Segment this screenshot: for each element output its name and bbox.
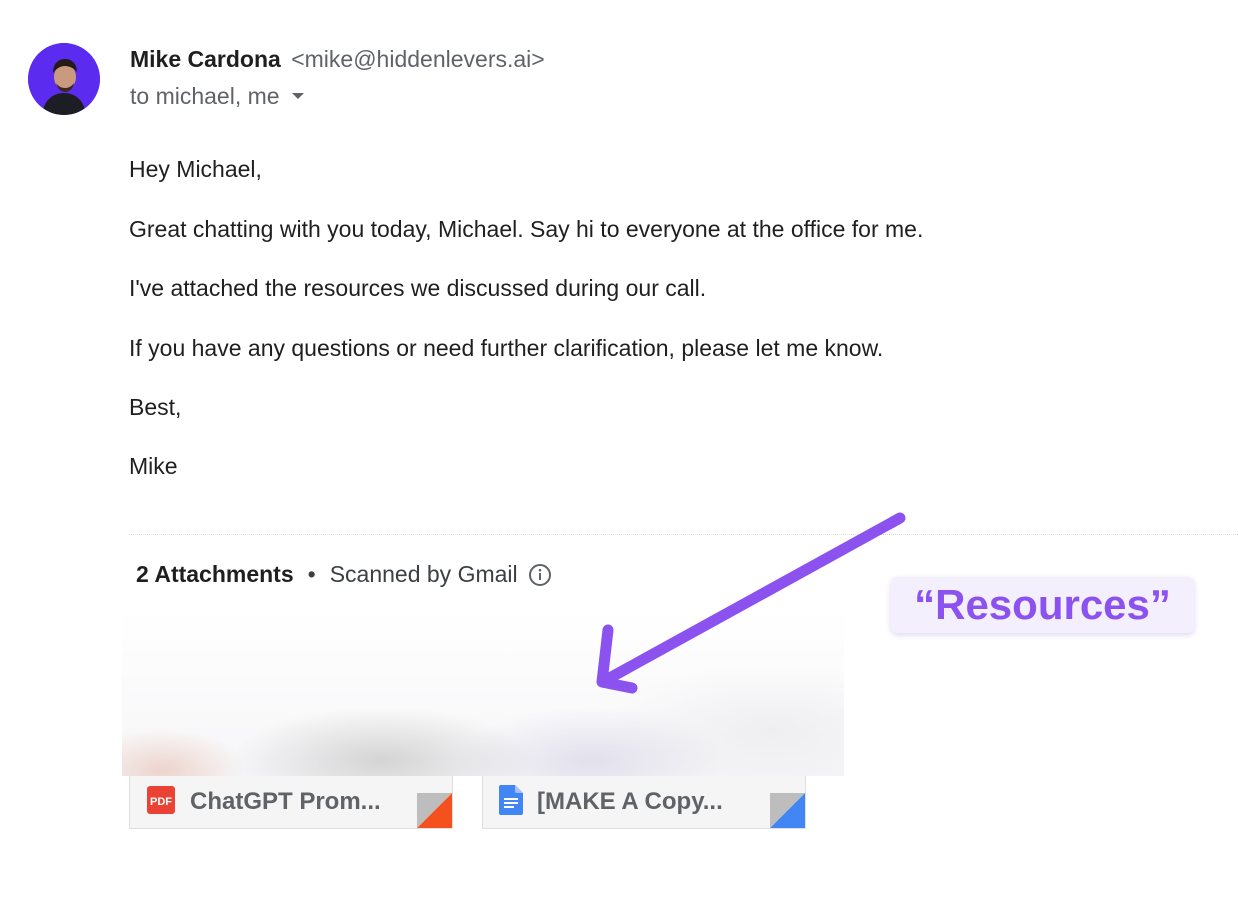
person-photo-icon <box>28 43 100 115</box>
annotation-callout: “Resources” <box>891 577 1194 633</box>
message-line: If you have any questions or need furthe… <box>129 335 884 361</box>
annotation-arrow-icon <box>596 512 906 694</box>
sender-avatar[interactable] <box>28 43 100 115</box>
attachment-chip-doc[interactable]: [MAKE A Copy... <box>482 776 806 829</box>
google-docs-icon <box>499 784 523 820</box>
pdf-icon-text: PDF <box>150 796 172 808</box>
pdf-icon: PDF <box>146 785 176 820</box>
message-signoff: Best, <box>129 394 182 420</box>
scanned-by-gmail-label: Scanned by Gmail <box>329 561 518 587</box>
attachments-header: 2 Attachments • Scanned by Gmail <box>136 561 552 588</box>
message-line: I've attached the resources we discussed… <box>129 275 707 301</box>
recipients-label: to michael, me <box>130 83 280 109</box>
attachment-name: [MAKE A Copy... <box>537 788 723 815</box>
sender-name[interactable]: Mike Cardona <box>130 46 281 72</box>
sender-line: Mike Cardona <mike@hiddenlevers.ai> <box>130 46 545 73</box>
page-fold-corner-icon <box>770 793 805 828</box>
sender-email: <mike@hiddenlevers.ai> <box>291 46 545 72</box>
attachments-count: 2 Attachments <box>136 561 294 587</box>
separator-dot: • <box>307 561 316 587</box>
annotation-label: “Resources” <box>914 581 1171 628</box>
caret-down-icon[interactable] <box>291 92 304 99</box>
message-greeting: Hey Michael, <box>129 156 262 182</box>
attachment-name: ChatGPT Prom... <box>190 788 381 815</box>
info-icon[interactable] <box>528 563 552 587</box>
message-signature: Mike <box>129 453 178 479</box>
attachment-chip-pdf[interactable]: PDF ChatGPT Prom... <box>129 776 453 829</box>
message-line: Great chatting with you today, Michael. … <box>129 216 924 242</box>
recipients-dropdown[interactable]: to michael, me <box>130 83 304 110</box>
page-fold-corner-icon <box>380 793 452 828</box>
